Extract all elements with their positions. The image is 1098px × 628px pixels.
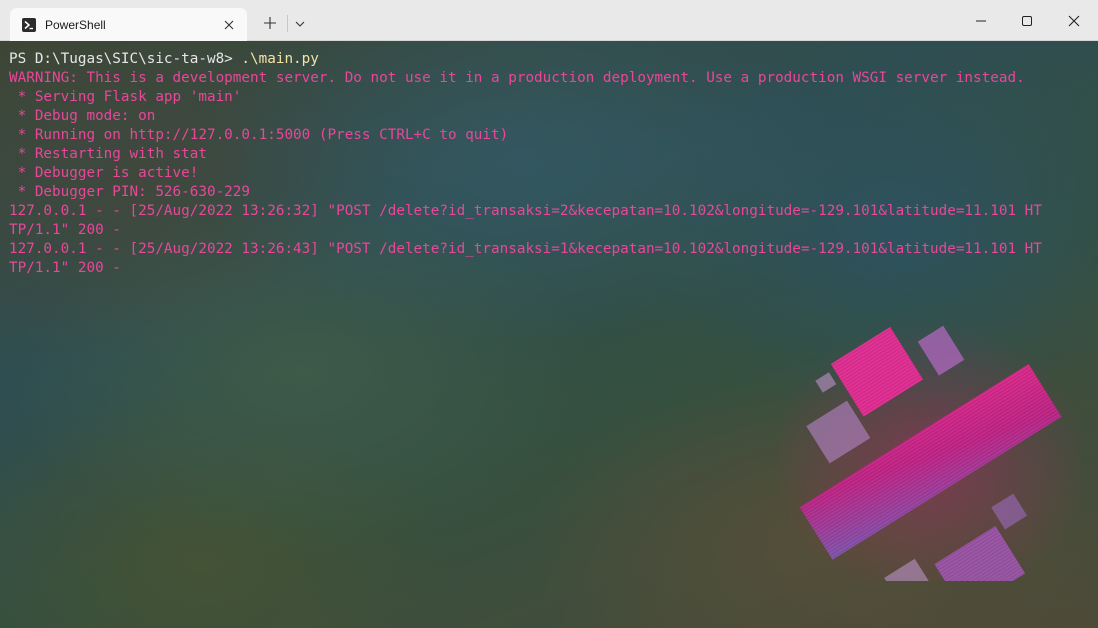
terminal-logo-icon	[780, 321, 1080, 581]
chevron-down-icon[interactable]	[290, 14, 310, 34]
tab-powershell[interactable]: PowerShell	[10, 8, 247, 41]
powershell-icon	[22, 18, 36, 32]
output-line: TP/1.1" 200 -	[9, 260, 121, 276]
prompt-line: PS D:\Tugas\SIC\sic-ta-w8> .\main.py	[9, 50, 1091, 69]
close-tab-icon[interactable]	[223, 18, 235, 30]
maximize-button[interactable]	[1004, 4, 1050, 37]
terminal-pane[interactable]: PS D:\Tugas\SIC\sic-ta-w8> .\main.py WAR…	[0, 41, 1098, 628]
terminal-output: PS D:\Tugas\SIC\sic-ta-w8> .\main.py WAR…	[9, 50, 1091, 278]
minimize-button[interactable]	[958, 4, 1004, 37]
output-line: TP/1.1" 200 -	[9, 222, 121, 238]
tab-title: PowerShell	[45, 18, 106, 32]
command-text: .\main.py	[241, 51, 319, 67]
maximize-icon	[1022, 16, 1032, 26]
output-line: * Running on http://127.0.0.1:5000 (Pres…	[9, 127, 509, 143]
minimize-icon	[976, 20, 986, 22]
output-line: * Restarting with stat	[9, 146, 207, 162]
title-bar[interactable]: PowerShell	[0, 0, 1098, 41]
output-line: 127.0.0.1 - - [25/Aug/2022 13:26:32] "PO…	[9, 203, 1042, 219]
output-line: WARNING: This is a development server. D…	[9, 70, 1025, 86]
output-line: * Debugger is active!	[9, 165, 199, 181]
tab-separator	[287, 15, 288, 32]
output-line: 127.0.0.1 - - [25/Aug/2022 13:26:43] "PO…	[9, 241, 1042, 257]
output-line: * Debug mode: on	[9, 108, 156, 124]
output-line: * Debugger PIN: 526-630-229	[9, 184, 251, 200]
close-icon	[1068, 15, 1080, 27]
plus-icon[interactable]	[259, 12, 281, 34]
output-line: * Serving Flask app 'main'	[9, 89, 242, 105]
prompt-text: PS D:\Tugas\SIC\sic-ta-w8>	[9, 51, 242, 67]
close-button[interactable]	[1051, 4, 1097, 37]
terminal-window: PowerShell PS D:\Tugas\SIC\sic-ta-w8> .\…	[0, 0, 1098, 628]
